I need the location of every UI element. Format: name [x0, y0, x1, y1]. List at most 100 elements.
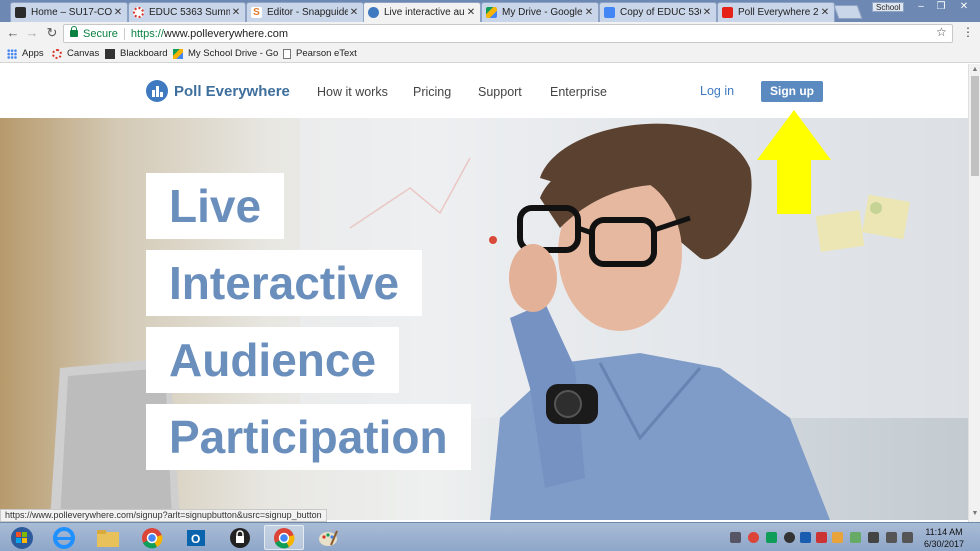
tab-poll-everywhere-youtube[interactable]: Poll Everywhere 20 ✕	[717, 2, 835, 22]
tab-my-drive[interactable]: My Drive - Google ✕	[481, 2, 599, 22]
chrome-icon[interactable]	[132, 525, 172, 550]
chrome-menu-icon[interactable]: ⋮	[962, 25, 974, 39]
lock-icon	[70, 26, 78, 37]
tab-label: Copy of EDUC 536	[620, 7, 701, 18]
security-app-icon[interactable]	[220, 525, 260, 550]
blackboard-icon	[15, 7, 26, 18]
secure-label: Secure	[83, 27, 118, 40]
browser-toolbar: ← → ↻ Secure https:// www.polleverywhere…	[0, 22, 980, 44]
tab-label: My Drive - Google	[502, 7, 583, 18]
poll-everywhere-logo[interactable]: Poll Everywhere	[146, 80, 290, 102]
bookmark-label: Apps	[22, 48, 44, 59]
wifi-signal-icon[interactable]	[868, 532, 879, 543]
back-button[interactable]: ←	[5, 25, 21, 41]
close-window-button[interactable]: ✕	[953, 0, 975, 14]
bookmark-label: Pearson eText	[296, 48, 357, 59]
tray-drive-icon[interactable]	[766, 532, 777, 543]
action-center-flag-icon[interactable]	[850, 532, 861, 543]
close-icon[interactable]: ✕	[583, 7, 595, 18]
canvas-icon	[133, 7, 144, 18]
internet-explorer-icon[interactable]	[44, 525, 84, 550]
close-icon[interactable]: ✕	[230, 7, 242, 18]
clock-date: 6/30/2017	[923, 539, 965, 549]
bookmark-star-icon[interactable]: ☆	[936, 25, 952, 39]
youtube-icon	[722, 7, 733, 18]
address-bar[interactable]: Secure https:// www.polleverywhere.com ☆	[63, 24, 953, 43]
windows-start-button[interactable]	[2, 525, 42, 550]
clock-time: 11:14 AM	[925, 527, 963, 537]
battery-icon[interactable]	[886, 532, 897, 543]
status-bar-url: https://www.polleverywhere.com/signup?ar…	[0, 509, 327, 522]
headline-text: Participation	[169, 411, 448, 463]
web-page: Poll Everywhere How it works Pricing Sup…	[0, 64, 968, 520]
signup-button[interactable]: Sign up	[761, 81, 823, 102]
nav-support[interactable]: Support	[478, 85, 522, 99]
tab-strip: Home – SU17-CON ✕ EDUC 5363 Summe ✕ S Ed…	[0, 0, 980, 22]
tray-chrome-icon[interactable]	[748, 532, 759, 543]
scroll-down-icon[interactable]: ▼	[971, 510, 979, 517]
page-scrollbar[interactable]: ▲ ▼	[968, 64, 980, 522]
tab-label: Home – SU17-CON	[31, 7, 112, 18]
reload-button[interactable]: ↻	[44, 25, 60, 41]
blackboard-icon	[105, 48, 115, 59]
canvas-icon	[52, 48, 62, 59]
tab-home-su17[interactable]: Home – SU17-CON ✕	[10, 2, 128, 22]
bookmark-pearson-etext[interactable]: Pearson eText	[283, 47, 357, 60]
login-link[interactable]: Log in	[700, 84, 734, 98]
bluetooth-icon[interactable]	[800, 532, 811, 543]
chrome-active-icon[interactable]	[264, 525, 304, 550]
bookmarks-bar: Apps Canvas Blackboard My School Drive -…	[0, 44, 980, 63]
profile-badge[interactable]: School	[872, 2, 905, 12]
google-docs-icon	[604, 7, 615, 18]
bookmark-canvas[interactable]: Canvas	[52, 47, 99, 60]
polleverywhere-icon	[368, 7, 379, 18]
scroll-up-icon[interactable]: ▲	[971, 66, 979, 73]
bookmark-apps[interactable]: Apps	[7, 47, 44, 60]
tab-label: Editor - Snapguide	[267, 7, 348, 18]
paint-icon[interactable]	[308, 525, 348, 550]
close-icon[interactable]: ✕	[701, 7, 713, 18]
tab-educ-5363-summer[interactable]: EDUC 5363 Summe ✕	[128, 2, 246, 22]
tab-copy-of-educ[interactable]: Copy of EDUC 536 ✕	[599, 2, 717, 22]
headline-line-2: Interactive	[146, 250, 423, 316]
nav-pricing[interactable]: Pricing	[413, 85, 451, 99]
url-scheme: https://	[130, 27, 164, 40]
system-clock[interactable]: 11:14 AM 6/30/2017	[918, 526, 970, 550]
close-icon[interactable]: ✕	[819, 7, 831, 18]
bookmark-label: My School Drive - Go	[188, 48, 279, 59]
page-icon	[283, 48, 291, 59]
maximize-button[interactable]: ❐	[932, 0, 950, 14]
close-icon[interactable]: ✕	[465, 7, 477, 18]
volume-icon[interactable]	[902, 532, 913, 543]
bookmark-label: Canvas	[67, 48, 100, 59]
headline-line-3: Audience	[146, 327, 400, 393]
apps-grid-icon	[7, 48, 17, 59]
headline-text: Live	[169, 180, 262, 232]
tray-sync-icon[interactable]	[832, 532, 843, 543]
poll-everywhere-logo-icon	[146, 80, 168, 102]
nav-enterprise[interactable]: Enterprise	[550, 85, 607, 99]
forward-button[interactable]: →	[24, 25, 40, 41]
scroll-thumb[interactable]	[971, 76, 979, 176]
tab-snapguide-editor[interactable]: S Editor - Snapguide ✕	[246, 2, 364, 22]
new-tab-button[interactable]	[833, 5, 863, 19]
file-explorer-icon[interactable]	[88, 525, 128, 550]
headline-line-1: Live	[146, 173, 285, 239]
close-icon[interactable]: ✕	[112, 7, 124, 18]
google-drive-icon	[486, 7, 497, 18]
close-icon[interactable]: ✕	[348, 7, 360, 18]
tray-tools-icon[interactable]	[730, 532, 741, 543]
bookmark-my-school-drive[interactable]: My School Drive - Go	[173, 47, 278, 60]
outlook-icon[interactable]: O	[176, 525, 216, 550]
minimize-button[interactable]: –	[912, 0, 930, 14]
tray-app-icon[interactable]	[784, 532, 795, 543]
google-drive-icon	[173, 48, 183, 59]
tab-label: EDUC 5363 Summe	[149, 7, 230, 18]
tab-label: Poll Everywhere 20	[738, 7, 819, 18]
bookmark-blackboard[interactable]: Blackboard	[105, 47, 168, 60]
tray-alert-icon[interactable]	[816, 532, 827, 543]
nav-how-it-works[interactable]: How it works	[317, 85, 388, 99]
tab-label: Live interactive aud	[384, 7, 465, 18]
tab-live-interactive[interactable]: Live interactive aud ✕	[363, 2, 481, 22]
svg-text:O: O	[191, 532, 200, 546]
